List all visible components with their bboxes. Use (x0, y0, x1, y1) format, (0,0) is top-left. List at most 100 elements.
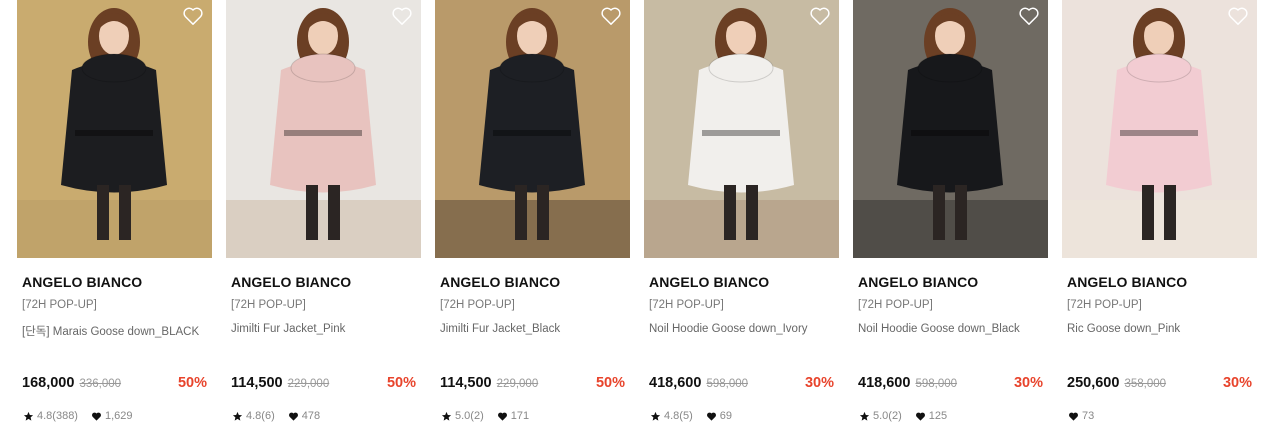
product-name[interactable]: Noil Hoodie Goose down_Ivory (649, 323, 808, 335)
sale-price: 168,000 336,000 (22, 375, 121, 391)
product-card[interactable]: ANGELO BIANCO [72H POP-UP] [단독] Marais Goo… (17, 0, 212, 442)
heart-filled-icon (1068, 411, 1079, 422)
sale-price: 418,600 598,000 (858, 375, 957, 391)
discount-rate: 30% (1013, 375, 1043, 391)
star-icon (232, 411, 243, 422)
wishlist-heart-icon[interactable] (182, 6, 204, 26)
sale-price-value: 418,600 (858, 375, 911, 391)
brand-name[interactable]: ANGELO BIANCO (858, 274, 978, 290)
review-meta: 73 (1068, 410, 1107, 422)
rating-group: 5.0(2) (859, 410, 902, 422)
review-meta: 4.8(388) 1,629 (23, 410, 146, 422)
wishlist-heart-icon[interactable] (809, 6, 831, 26)
likes-group: 69 (706, 410, 732, 422)
rating-value: 5.0(2) (455, 410, 484, 422)
promo-tag: [72H POP-UP] (1067, 299, 1142, 311)
product-image[interactable] (435, 0, 630, 258)
sale-price-value: 250,600 (1067, 375, 1120, 391)
product-card[interactable]: ANGELO BIANCO [72H POP-UP] Ric Goose down_… (1062, 0, 1257, 442)
promo-tag: [72H POP-UP] (858, 299, 933, 311)
product-image[interactable] (226, 0, 421, 258)
likes-group: 171 (497, 410, 529, 422)
likes-group: 73 (1068, 410, 1094, 422)
promo-tag: [72H POP-UP] (649, 299, 724, 311)
product-name[interactable]: Jimilti Fur Jacket_Pink (231, 323, 345, 335)
product-grid: ANGELO BIANCO [72H POP-UP] [단독] Marais Goo… (0, 0, 1263, 442)
product-name[interactable]: Jimilti Fur Jacket_Black (440, 323, 560, 335)
discount-rate: 50% (595, 375, 625, 391)
likes-count: 478 (301, 410, 321, 422)
discount-rate: 50% (386, 375, 416, 391)
original-price: 598,000 (915, 378, 958, 390)
sale-price: 250,600 358,000 (1067, 375, 1166, 391)
rating-value: 4.8(5) (664, 410, 693, 422)
sale-price: 114,500 229,000 (440, 375, 538, 391)
promo-tag: [72H POP-UP] (231, 299, 306, 311)
heart-filled-icon (915, 411, 926, 422)
product-card[interactable]: ANGELO BIANCO [72H POP-UP] Noil Hoodie Goo… (853, 0, 1048, 442)
wishlist-heart-icon[interactable] (1227, 6, 1249, 26)
rating-group: 4.8(6) (232, 410, 275, 422)
wishlist-heart-icon[interactable] (600, 6, 622, 26)
promo-tag: [72H POP-UP] (22, 299, 97, 311)
sale-price: 418,600 598,000 (649, 375, 748, 391)
product-image[interactable] (17, 0, 212, 258)
rating-group: 5.0(2) (441, 410, 484, 422)
heart-filled-icon (91, 411, 102, 422)
sale-price: 114,500 229,000 (231, 375, 329, 391)
product-image[interactable] (644, 0, 839, 258)
product-card[interactable]: ANGELO BIANCO [72H POP-UP] Jimilti Fur Jac… (226, 0, 421, 442)
discount-rate: 50% (177, 375, 207, 391)
product-image[interactable] (853, 0, 1048, 258)
wishlist-heart-icon[interactable] (1018, 6, 1040, 26)
likes-count: 73 (1082, 410, 1095, 422)
star-icon (650, 411, 661, 422)
brand-name[interactable]: ANGELO BIANCO (22, 274, 142, 290)
star-icon (23, 411, 34, 422)
original-price: 598,000 (706, 378, 749, 390)
rating-value: 4.8(6) (246, 410, 275, 422)
likes-count: 69 (719, 410, 732, 422)
rating-value: 4.8(388) (37, 410, 78, 422)
star-icon (441, 411, 452, 422)
brand-name[interactable]: ANGELO BIANCO (649, 274, 769, 290)
product-image[interactable] (1062, 0, 1257, 258)
rating-value: 5.0(2) (873, 410, 902, 422)
product-card[interactable]: ANGELO BIANCO [72H POP-UP] Noil Hoodie Goo… (644, 0, 839, 442)
review-meta: 4.8(6) 478 (232, 410, 333, 422)
star-icon (859, 411, 870, 422)
product-name[interactable]: [단독] Marais Goose down_BLACK (22, 323, 199, 339)
wishlist-heart-icon[interactable] (391, 6, 413, 26)
likes-count: 1,629 (104, 410, 133, 422)
likes-group: 1,629 (91, 410, 133, 422)
heart-filled-icon (288, 411, 299, 422)
sale-price-value: 114,500 (231, 375, 283, 391)
original-price: 229,000 (287, 378, 330, 390)
sale-price-value: 418,600 (649, 375, 702, 391)
review-meta: 5.0(2) 171 (441, 410, 542, 422)
brand-name[interactable]: ANGELO BIANCO (440, 274, 560, 290)
original-price: 229,000 (496, 378, 539, 390)
heart-filled-icon (706, 411, 717, 422)
discount-rate: 30% (1222, 375, 1252, 391)
sale-price-value: 114,500 (440, 375, 492, 391)
original-price: 336,000 (79, 378, 122, 390)
likes-count: 125 (928, 410, 948, 422)
likes-group: 478 (288, 410, 320, 422)
brand-name[interactable]: ANGELO BIANCO (1067, 274, 1187, 290)
sale-price-value: 168,000 (22, 375, 75, 391)
heart-filled-icon (497, 411, 508, 422)
product-name[interactable]: Noil Hoodie Goose down_Black (858, 323, 1020, 335)
discount-rate: 30% (804, 375, 834, 391)
rating-group: 4.8(388) (23, 410, 78, 422)
product-name[interactable]: Ric Goose down_Pink (1067, 323, 1180, 335)
product-card[interactable]: ANGELO BIANCO [72H POP-UP] Jimilti Fur Jac… (435, 0, 630, 442)
rating-group: 4.8(5) (650, 410, 693, 422)
likes-count: 171 (510, 410, 530, 422)
promo-tag: [72H POP-UP] (440, 299, 515, 311)
review-meta: 4.8(5) 69 (650, 410, 745, 422)
original-price: 358,000 (1124, 378, 1167, 390)
review-meta: 5.0(2) 125 (859, 410, 960, 422)
brand-name[interactable]: ANGELO BIANCO (231, 274, 351, 290)
likes-group: 125 (915, 410, 947, 422)
